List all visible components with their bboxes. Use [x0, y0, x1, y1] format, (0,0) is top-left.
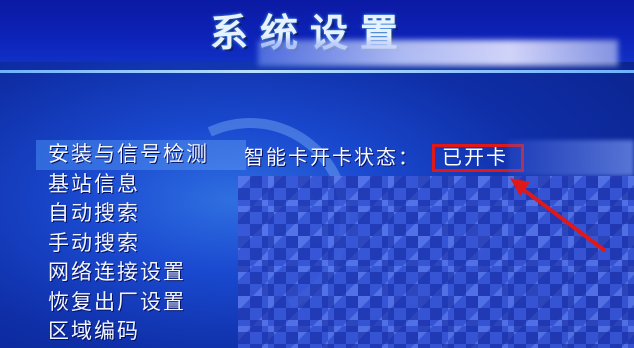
blurred-region [508, 140, 634, 176]
menu-item-base-station-info[interactable]: 基站信息 [36, 170, 246, 200]
menu-item-manual-search[interactable]: 手动搜索 [36, 229, 246, 259]
menu-item-network-settings[interactable]: 网络连接设置 [36, 258, 246, 288]
mosaic-redaction [238, 176, 634, 348]
smartcard-status-value: 已开卡 [442, 145, 508, 169]
menu-item-region-code[interactable]: 区域编码 [36, 317, 246, 347]
menu-item-install-signal[interactable]: 安装与信号检测 [36, 140, 246, 170]
menu-item-factory-reset[interactable]: 恢复出厂设置 [36, 288, 246, 318]
settings-menu: 安装与信号检测 基站信息 自动搜索 手动搜索 网络连接设置 恢复出厂设置 区域编… [36, 140, 246, 347]
menu-item-auto-search[interactable]: 自动搜索 [36, 199, 246, 229]
tv-screen: 系统设置 安装与信号检测 基站信息 自动搜索 手动搜索 网络连接设置 恢复出厂设… [0, 0, 634, 348]
divider [0, 70, 634, 73]
title-bar: 系统设置 [0, 0, 634, 66]
blurred-region [258, 40, 618, 66]
smartcard-status-label: 智能卡开卡状态： [244, 145, 420, 169]
detail-panel: 智能卡开卡状态： 已开卡 [238, 140, 634, 348]
